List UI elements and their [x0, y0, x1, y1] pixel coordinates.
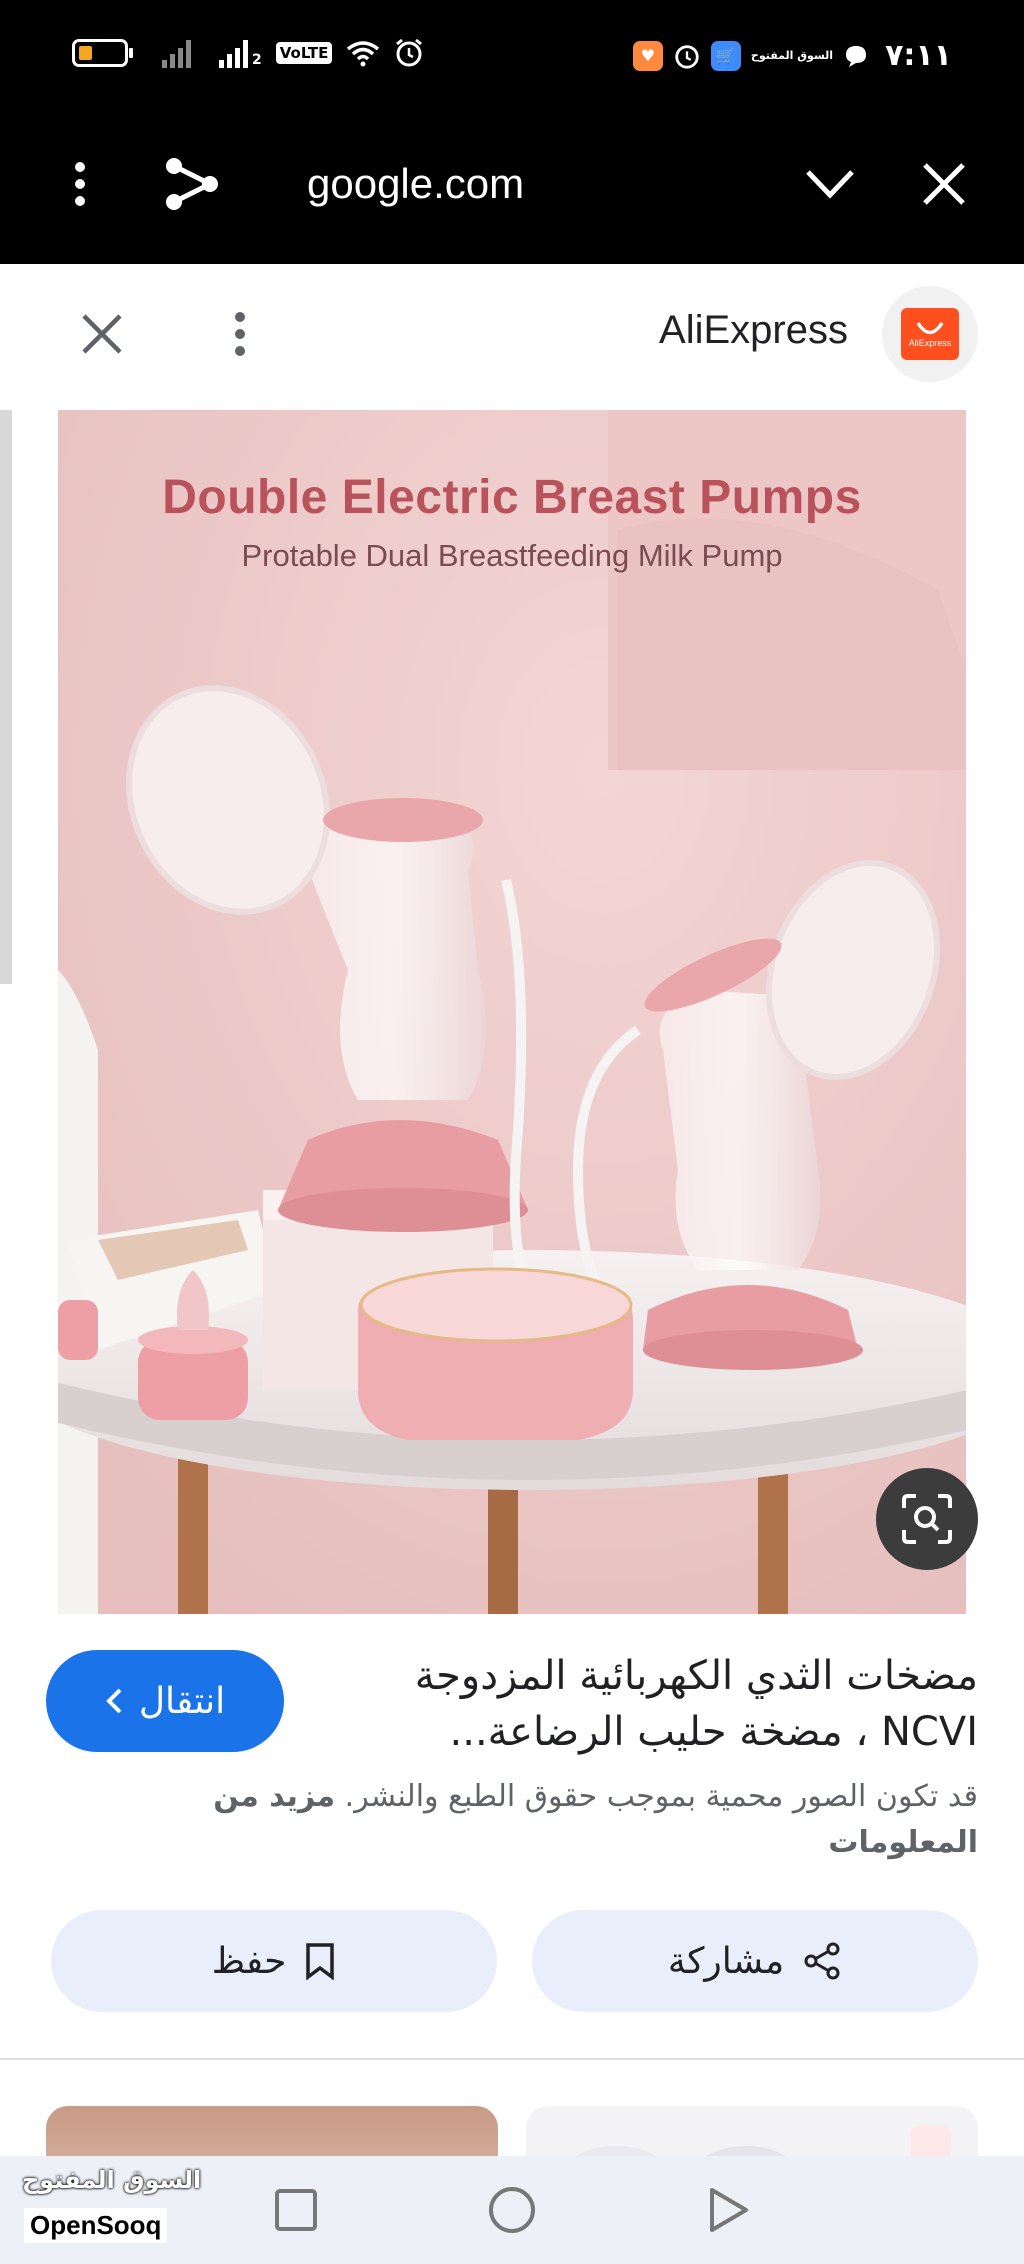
image-headline: Double Electric Breast Pumps — [162, 471, 862, 524]
url-text[interactable]: google.com — [307, 160, 524, 208]
alarm-icon — [396, 38, 423, 67]
product-photo — [58, 410, 966, 1614]
close-icon[interactable] — [914, 154, 974, 214]
signal-icon — [162, 38, 191, 68]
notification-app-icon: 🛒 — [710, 40, 741, 71]
wifi-icon — [347, 41, 380, 67]
sim2-label: 2 — [252, 52, 262, 68]
signal-icon-sim2 — [219, 38, 248, 68]
status-time: ٧:١١ — [885, 38, 952, 73]
close-icon[interactable] — [72, 304, 132, 364]
divider — [0, 2058, 1024, 2060]
copyright-text: قد تكون الصور محمية بموجب حقوق الطبع وال… — [344, 1779, 978, 1814]
bookmark-icon — [306, 1943, 335, 1981]
image-subheadline: Protable Dual Breastfeeding Milk Pump — [241, 538, 783, 573]
alarm-icon — [675, 44, 699, 69]
share-icon[interactable] — [162, 154, 222, 214]
more-vert-icon[interactable] — [50, 154, 110, 214]
chevron-left-icon — [106, 1688, 122, 1714]
visit-button-label: انتقال — [138, 1680, 226, 1722]
volte-badge: VoLTE — [275, 42, 333, 64]
back-triangle-icon[interactable] — [700, 2182, 756, 2238]
more-vert-icon[interactable] — [210, 304, 270, 364]
battery-icon — [72, 39, 133, 67]
watermark-logo: OpenSooq — [24, 2208, 168, 2243]
circle-icon[interactable] — [484, 2182, 540, 2238]
copyright-notice: قد تكون الصور محمية بموجب حقوق الطبع وال… — [158, 1774, 978, 1866]
aliexpress-logo[interactable]: AliExpress — [882, 286, 978, 382]
save-button[interactable]: حفظ — [51, 1910, 497, 2012]
image-viewer-header: AliExpress AliExpress — [0, 264, 1024, 410]
logo-text: AliExpress — [908, 338, 952, 348]
watermark-arabic: السوق المفتوح — [22, 2166, 202, 2194]
site-name[interactable]: AliExpress — [659, 308, 848, 353]
square-icon[interactable] — [268, 2182, 324, 2238]
browser-toolbar: google.com — [0, 118, 1024, 264]
status-bar: 2 VoLTE ♥ 🛒 السوق المفتوح ٧:١١ — [0, 0, 1024, 118]
notification-app-icon: ♥ — [632, 40, 663, 71]
status-left: 2 VoLTE — [72, 38, 424, 68]
share-icon — [804, 1942, 840, 1980]
lens-icon[interactable] — [876, 1468, 978, 1570]
save-button-label: حفظ — [211, 1940, 287, 1982]
product-image[interactable]: Double Electric Breast Pumps Protable Du… — [58, 410, 966, 1614]
system-nav-bar: السوق المفتوح OpenSooq — [0, 2156, 1024, 2264]
status-right: ♥ 🛒 السوق المفتوح ٧:١١ — [632, 38, 952, 73]
result-title[interactable]: مضخات الثدي الكهربائية المزدوجة NCVI ، م… — [338, 1648, 978, 1760]
visit-button[interactable]: انتقال — [46, 1650, 284, 1752]
opensooq-mini-icon: السوق المفتوح — [750, 48, 834, 62]
chat-bubble-icon — [846, 45, 867, 67]
chevron-down-icon[interactable] — [800, 154, 860, 214]
share-button-label: مشاركة — [667, 1940, 785, 1982]
share-button[interactable]: مشاركة — [532, 1910, 978, 2012]
